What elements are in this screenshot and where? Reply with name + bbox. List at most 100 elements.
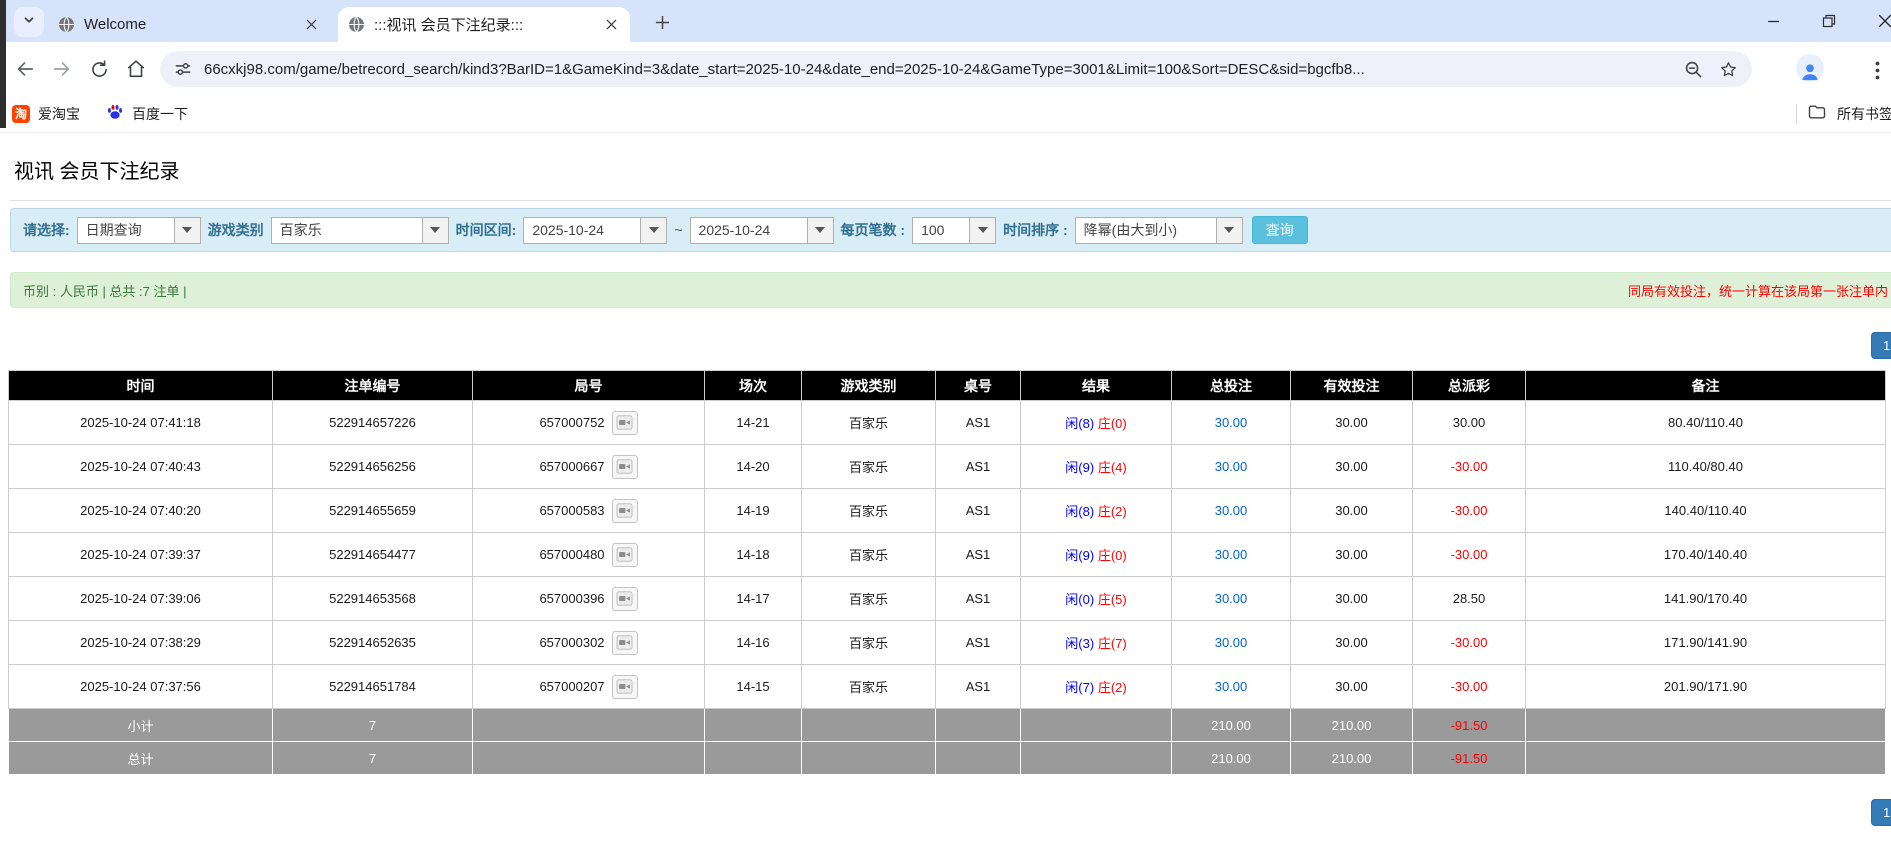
bet-amount-link[interactable]: 30.00 — [1215, 503, 1248, 518]
chevron-down-icon[interactable] — [969, 218, 995, 243]
cell-total-bet: 30.00 — [1172, 665, 1291, 709]
column-header-1: 注单编号 — [273, 371, 473, 401]
table-row: 2025-10-24 07:38:29522914652635657000302… — [9, 621, 1886, 665]
cell-payout: 28.50 — [1413, 577, 1526, 621]
search-button[interactable]: 查询 — [1252, 216, 1308, 244]
home-button[interactable] — [121, 54, 151, 84]
bet-amount-link[interactable]: 30.00 — [1215, 679, 1248, 694]
payout-value: -30.00 — [1451, 679, 1488, 694]
cell-result: 闲(8) 庄(2) — [1021, 489, 1172, 533]
cell-result: 闲(9) 庄(0) — [1021, 533, 1172, 577]
bookmarks-bar: 淘 爱淘宝 百度一下 所有书签 — [0, 95, 1891, 133]
cell-bet-id: 522914652635 — [273, 621, 473, 665]
total-row: 总计7210.00210.00-91.50 — [9, 742, 1886, 775]
summary-empty — [705, 709, 802, 742]
tab-search-button[interactable] — [14, 7, 44, 37]
per-page-select[interactable]: 100 — [912, 217, 996, 244]
summary-empty — [1021, 709, 1172, 742]
cell-result: 闲(0) 庄(5) — [1021, 577, 1172, 621]
table-row: 2025-10-24 07:39:06522914653568657000396… — [9, 577, 1886, 621]
menu-icon[interactable] — [1868, 59, 1886, 81]
cell-note: 171.90/141.90 — [1526, 621, 1886, 665]
cell-round: 657000752 — [473, 401, 705, 445]
cell-note: 80.40/110.40 — [1526, 401, 1886, 445]
cell-payout: 30.00 — [1413, 401, 1526, 445]
close-window-button[interactable] — [1857, 0, 1891, 42]
cell-table: AS1 — [936, 489, 1021, 533]
video-record-icon[interactable] — [612, 499, 638, 523]
all-bookmarks[interactable]: 所有书签 — [1796, 95, 1891, 133]
reload-button[interactable] — [84, 54, 114, 84]
globe-icon — [58, 16, 75, 33]
bookmark-taobao[interactable]: 淘 爱淘宝 — [12, 104, 80, 124]
close-icon[interactable] — [302, 16, 320, 34]
bet-amount-link[interactable]: 30.00 — [1215, 635, 1248, 650]
date-start-value[interactable]: 2025-10-24 — [524, 218, 640, 243]
cell-payout: -30.00 — [1413, 621, 1526, 665]
date-end-input[interactable]: 2025-10-24 — [690, 217, 834, 244]
valid-bet-note: 同局有效投注，统一计算在该局第一张注单内 — [1628, 281, 1888, 300]
column-header-10: 备注 — [1526, 371, 1886, 401]
bet-amount-link[interactable]: 30.00 — [1215, 591, 1248, 606]
cell-game: 百家乐 — [802, 401, 936, 445]
all-bookmarks-label: 所有书签 — [1837, 104, 1891, 124]
bet-amount-link[interactable]: 30.00 — [1215, 415, 1248, 430]
forward-button[interactable] — [47, 54, 77, 84]
cell-time: 2025-10-24 07:38:29 — [9, 621, 273, 665]
chevron-down-icon[interactable] — [640, 218, 666, 243]
chevron-down-icon[interactable] — [807, 218, 833, 243]
url-bar[interactable]: 66cxkj98.com/game/betrecord_search/kind3… — [160, 51, 1752, 87]
cell-round: 657000667 — [473, 445, 705, 489]
cell-table: AS1 — [936, 621, 1021, 665]
summary-empty — [802, 742, 936, 775]
summary-empty — [705, 742, 802, 775]
game-type-select[interactable]: 百家乐 — [271, 217, 449, 244]
close-icon[interactable] — [602, 16, 620, 34]
summary-empty — [936, 742, 1021, 775]
bet-amount-link[interactable]: 30.00 — [1215, 547, 1248, 562]
sort-select[interactable]: 降幂(由大到小) — [1075, 217, 1243, 244]
cell-session: 14-16 — [705, 621, 802, 665]
cell-game: 百家乐 — [802, 665, 936, 709]
table-body: 2025-10-24 07:41:18522914657226657000752… — [9, 401, 1886, 775]
cell-game: 百家乐 — [802, 577, 936, 621]
profile-avatar[interactable] — [1796, 54, 1824, 82]
cell-round: 657000207 — [473, 665, 705, 709]
back-button[interactable] — [10, 54, 40, 84]
restore-button[interactable] — [1801, 0, 1857, 42]
pagination-bottom[interactable]: 1 — [1871, 799, 1891, 826]
tab-welcome[interactable]: Welcome — [48, 7, 330, 42]
taobao-icon: 淘 — [12, 105, 30, 123]
zoom-icon[interactable] — [1684, 60, 1703, 79]
summary-payout: -91.50 — [1413, 742, 1526, 775]
chevron-down-icon[interactable] — [174, 218, 200, 243]
player-result: 闲(9) — [1065, 548, 1094, 563]
cell-result: 闲(9) 庄(4) — [1021, 445, 1172, 489]
bookmark-baidu[interactable]: 百度一下 — [106, 103, 188, 124]
chevron-down-icon[interactable] — [1216, 218, 1242, 243]
url-text[interactable]: 66cxkj98.com/game/betrecord_search/kind3… — [204, 61, 1684, 78]
round-number: 657000583 — [539, 503, 604, 518]
date-start-input[interactable]: 2025-10-24 — [523, 217, 667, 244]
tab-bet-record[interactable]: :::视讯 会员下注纪录::: — [338, 7, 630, 42]
video-record-icon[interactable] — [612, 543, 638, 567]
cell-bet-id: 522914654477 — [273, 533, 473, 577]
minimize-button[interactable] — [1745, 0, 1801, 42]
new-tab-button[interactable] — [650, 10, 674, 34]
video-record-icon[interactable] — [612, 455, 638, 479]
cell-round: 657000480 — [473, 533, 705, 577]
chevron-down-icon[interactable] — [422, 218, 448, 243]
player-result: 闲(0) — [1065, 592, 1094, 607]
video-record-icon[interactable] — [612, 675, 638, 699]
window-left-edge — [0, 0, 6, 128]
bet-amount-link[interactable]: 30.00 — [1215, 459, 1248, 474]
video-record-icon[interactable] — [612, 411, 638, 435]
query-type-select[interactable]: 日期查询 — [77, 217, 201, 244]
pagination-top[interactable]: 1 — [1871, 332, 1891, 359]
table-row: 2025-10-24 07:41:18522914657226657000752… — [9, 401, 1886, 445]
site-settings-icon[interactable] — [174, 60, 192, 78]
bookmark-star-icon[interactable] — [1719, 60, 1738, 79]
video-record-icon[interactable] — [612, 587, 638, 611]
date-end-value[interactable]: 2025-10-24 — [691, 218, 807, 243]
video-record-icon[interactable] — [612, 631, 638, 655]
